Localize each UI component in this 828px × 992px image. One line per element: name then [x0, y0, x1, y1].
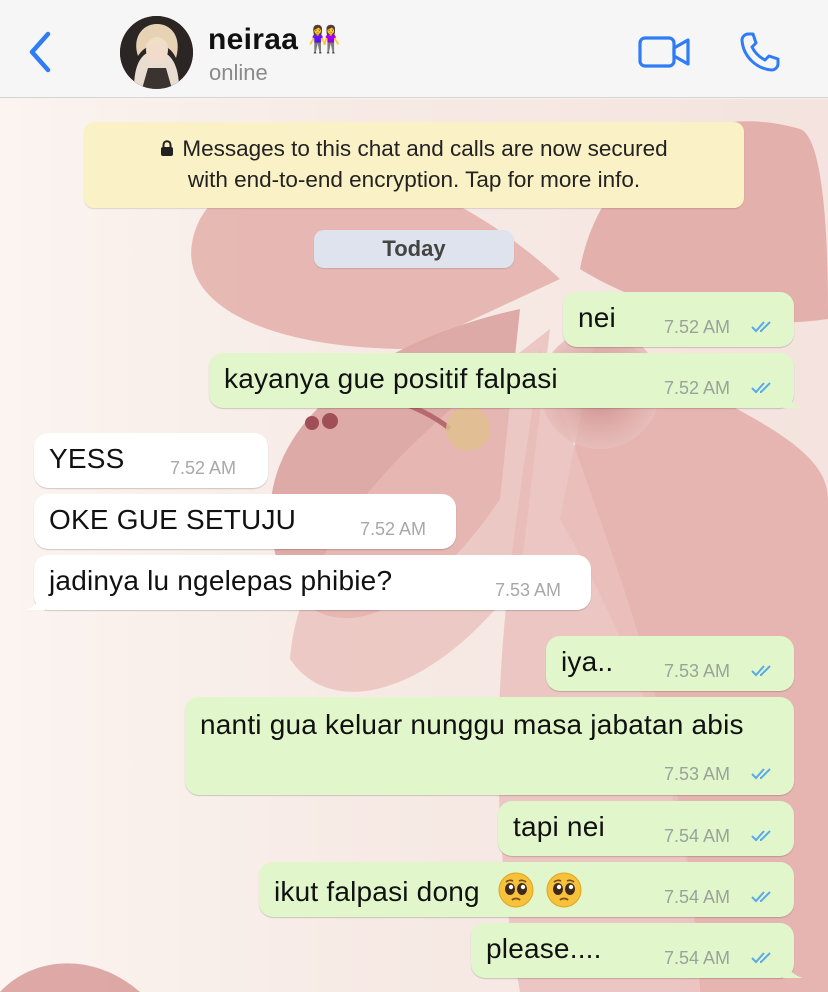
- message-text: ikut falpasi dong: [274, 876, 480, 907]
- message-incoming[interactable]: jadinya lu ngelepas phibie? 7.53 AM: [25, 555, 591, 610]
- message-outgoing[interactable]: nanti gua keluar nunggu masa jabatan abi…: [185, 697, 794, 795]
- message-outgoing[interactable]: iya.. 7.53 AM: [546, 636, 794, 691]
- message-time: 7.52 AM: [664, 378, 731, 398]
- message-time: 7.53 AM: [664, 764, 731, 784]
- bubble-tail: [25, 590, 45, 610]
- encryption-notice-line1: Messages to this chat and calls are now …: [84, 133, 744, 164]
- double-check-icon: [751, 768, 771, 780]
- message-text: iya..: [561, 646, 614, 677]
- message-time: 7.53 AM: [664, 661, 731, 681]
- double-check-icon: [751, 952, 771, 964]
- message-text: nanti gua keluar nunggu masa jabatan abi…: [200, 709, 744, 740]
- message-outgoing[interactable]: ikut falpasi dong 7.54 AM: [259, 862, 794, 917]
- message-time: 7.54 AM: [664, 887, 731, 907]
- message-time: 7.52 AM: [360, 519, 427, 539]
- message-outgoing[interactable]: tapi nei 7.54 AM: [498, 801, 794, 856]
- date-separator: Today: [314, 230, 514, 268]
- two-women-emoji: 👭: [308, 25, 341, 55]
- message-outgoing[interactable]: please.... 7.54 AM: [471, 923, 803, 978]
- message-text: kayanya gue positif falpasi: [224, 363, 558, 394]
- contact-name[interactable]: neiraa: [208, 23, 298, 57]
- message-time: 7.52 AM: [664, 317, 731, 337]
- message-text: jadinya lu ngelepas phibie?: [49, 565, 393, 596]
- contact-name-row[interactable]: neiraa 👭: [208, 20, 341, 60]
- bubble-tail: [783, 388, 803, 408]
- bubble-tail: [783, 958, 803, 978]
- message-text: YESS: [49, 443, 125, 474]
- message-text: OKE GUE SETUJU: [49, 504, 297, 535]
- message-time: 7.54 AM: [664, 826, 731, 846]
- encryption-notice-line2: with end-to-end encryption. Tap for more…: [187, 167, 641, 192]
- phone-call-icon[interactable]: [738, 30, 782, 74]
- double-check-icon: [751, 382, 771, 394]
- message-time: 7.54 AM: [664, 948, 731, 968]
- double-check-icon: [751, 830, 771, 842]
- back-chevron-icon[interactable]: [24, 30, 56, 74]
- message-time: 7.52 AM: [170, 458, 237, 478]
- double-check-icon: [751, 891, 771, 903]
- message-text: nei: [578, 302, 616, 333]
- pleading-face-emoji: [498, 872, 534, 908]
- message-text-row: ikut falpasi dong: [274, 872, 582, 908]
- pleading-face-emoji: [546, 872, 582, 908]
- message-incoming[interactable]: OKE GUE SETUJU 7.52 AM: [34, 494, 456, 549]
- message-outgoing[interactable]: kayanya gue positif falpasi 7.52 AM: [209, 353, 803, 408]
- message-text: please....: [486, 933, 602, 964]
- encryption-notice[interactable]: Messages to this chat and calls are now …: [84, 122, 744, 208]
- lock-icon: [161, 140, 174, 156]
- message-text: tapi nei: [513, 811, 605, 842]
- message-outgoing[interactable]: nei 7.52 AM: [563, 292, 794, 347]
- video-call-icon[interactable]: [638, 30, 692, 74]
- avatar[interactable]: [120, 16, 193, 89]
- double-check-icon: [751, 321, 771, 333]
- message-incoming[interactable]: YESS 7.52 AM: [34, 433, 268, 488]
- message-time: 7.53 AM: [495, 580, 562, 600]
- chat-header: neiraa 👭 online: [0, 0, 828, 98]
- contact-status: online: [209, 60, 268, 85]
- double-check-icon: [751, 665, 771, 677]
